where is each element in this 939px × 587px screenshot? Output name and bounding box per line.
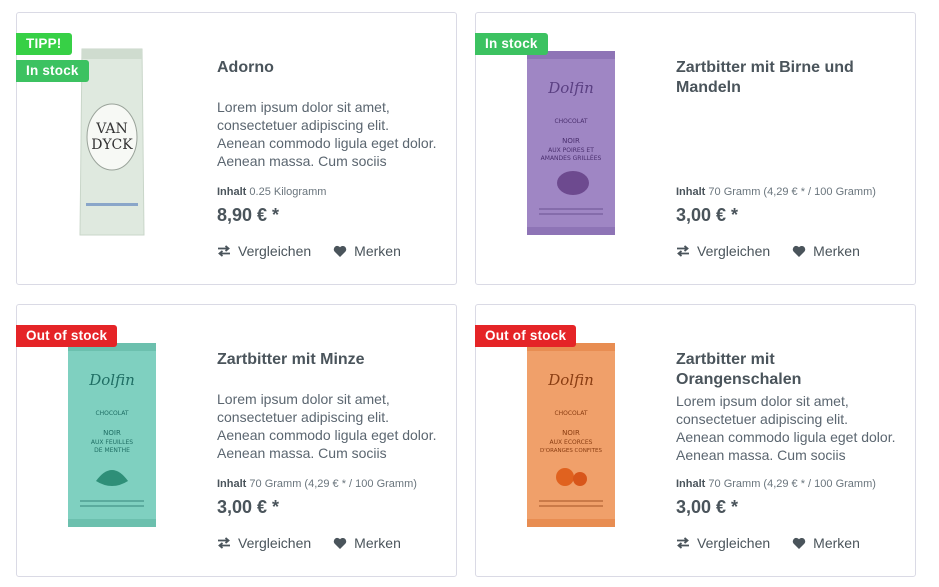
badge-group: Out of stock [475, 325, 577, 347]
content-value: 0.25 Kilogramm [249, 186, 327, 198]
product-content: Inhalt 70 Gramm (4,29 € * / 100 Gramm) [217, 478, 417, 490]
product-image[interactable]: Dolfin CHOCOLAT NOIR AUX FEUILLES DE MEN… [47, 327, 177, 543]
product-content: Inhalt 0.25 Kilogramm [217, 186, 326, 198]
svg-text:CHOCOLAT: CHOCOLAT [95, 410, 128, 417]
product-card[interactable]: TIPP! In stock VAN DYCK Adorno Lorem ips… [16, 12, 457, 285]
product-price: 3,00 € * [217, 497, 280, 517]
in-stock-badge: In stock [475, 33, 548, 55]
compare-button[interactable]: Vergleichen [217, 243, 311, 259]
product-actions: Vergleichen Merken [676, 243, 860, 259]
compare-arrows-icon [677, 537, 689, 549]
compare-label: Vergleichen [238, 243, 312, 259]
badge-group: In stock [475, 33, 548, 55]
svg-text:D'ORANGES CONFITES: D'ORANGES CONFITES [540, 448, 602, 454]
svg-text:NOIR: NOIR [562, 137, 580, 145]
svg-text:VAN: VAN [95, 121, 128, 137]
wishlist-label: Merken [813, 535, 860, 551]
compare-button[interactable]: Vergleichen [676, 243, 770, 259]
out-of-stock-badge: Out of stock [475, 325, 577, 347]
product-description: Lorem ipsum dolor sit amet, consectetuer… [217, 391, 437, 461]
out-of-stock-badge: Out of stock [16, 325, 118, 347]
product-content: Inhalt 70 Gramm (4,29 € * / 100 Gramm) [676, 186, 876, 198]
product-info: Zartbitter mit Minze Lorem ipsum dolor s… [217, 350, 439, 462]
svg-text:AMANDES GRILLÉES: AMANDES GRILLÉES [541, 154, 602, 162]
product-description: Lorem ipsum dolor sit amet, consectetuer… [217, 99, 437, 169]
content-value: 70 Gramm (4,29 € * / 100 Gramm) [249, 478, 417, 490]
product-price: 3,00 € * [676, 497, 739, 517]
svg-text:AUX ECORCES: AUX ECORCES [550, 439, 593, 446]
product-price: 3,00 € * [676, 205, 739, 225]
content-value: 70 Gramm (4,29 € * / 100 Gramm) [708, 478, 876, 490]
content-label: Inhalt [676, 478, 706, 490]
svg-text:Dolfin: Dolfin [547, 371, 594, 389]
compare-label: Vergleichen [697, 535, 771, 551]
product-title[interactable]: Adorno [217, 58, 439, 100]
product-image[interactable]: Dolfin CHOCOLAT NOIR AUX POIRES ET AMAND… [506, 35, 636, 251]
chocolate-bar-image: Dolfin CHOCOLAT NOIR AUX FEUILLES DE MEN… [68, 343, 156, 527]
chocolate-bar-image: Dolfin CHOCOLAT NOIR AUX POIRES ET AMAND… [527, 51, 615, 235]
product-description: Lorem ipsum dolor sit amet, consectetuer… [676, 393, 896, 463]
wishlist-button[interactable]: Merken [792, 535, 860, 551]
badge-group: TIPP! In stock [16, 33, 89, 82]
svg-text:NOIR: NOIR [562, 429, 580, 437]
product-actions: Vergleichen Merken [676, 535, 860, 551]
content-label: Inhalt [676, 186, 706, 198]
heart-icon [792, 537, 806, 549]
wishlist-button[interactable]: Merken [333, 535, 401, 551]
svg-text:AUX POIRES ET: AUX POIRES ET [548, 147, 594, 154]
svg-text:AUX FEUILLES: AUX FEUILLES [91, 439, 133, 446]
heart-icon [333, 245, 347, 257]
product-info: Adorno Lorem ipsum dolor sit amet, conse… [217, 58, 439, 170]
product-content: Inhalt 70 Gramm (4,29 € * / 100 Gramm) [676, 478, 876, 490]
compare-arrows-icon [677, 245, 689, 257]
wishlist-label: Merken [354, 535, 401, 551]
product-actions: Vergleichen Merken [217, 535, 401, 551]
product-price: 8,90 € * [217, 205, 280, 225]
content-label: Inhalt [217, 186, 247, 198]
svg-text:Dolfin: Dolfin [547, 79, 594, 97]
wishlist-label: Merken [354, 243, 401, 259]
content-label: Inhalt [217, 478, 247, 490]
tipp-badge: TIPP! [16, 33, 72, 55]
wishlist-button[interactable]: Merken [333, 243, 401, 259]
product-title[interactable]: Zartbitter mit Birne und Mandeln [676, 58, 898, 100]
product-info: Zartbitter mit Birne und Mandeln [676, 58, 898, 100]
svg-text:CHOCOLAT: CHOCOLAT [554, 118, 587, 125]
compare-label: Vergleichen [697, 243, 771, 259]
content-value: 70 Gramm (4,29 € * / 100 Gramm) [708, 186, 876, 198]
product-card[interactable]: Out of stock Dolfin CHOCOLAT NOIR AUX FE… [16, 304, 457, 577]
compare-button[interactable]: Vergleichen [217, 535, 311, 551]
product-image[interactable]: Dolfin CHOCOLAT NOIR AUX ECORCES D'ORANG… [506, 327, 636, 543]
compare-button[interactable]: Vergleichen [676, 535, 770, 551]
svg-text:NOIR: NOIR [103, 429, 121, 437]
product-info: Zartbitter mit Orangenschalen Lorem ipsu… [676, 350, 898, 464]
product-card[interactable]: Out of stock Dolfin CHOCOLAT NOIR AUX EC… [475, 304, 916, 577]
svg-text:CHOCOLAT: CHOCOLAT [554, 410, 587, 417]
product-title[interactable]: Zartbitter mit Orangenschalen [676, 350, 898, 392]
compare-arrows-icon [218, 245, 230, 257]
svg-text:DE MENTHE: DE MENTHE [94, 447, 130, 454]
wishlist-label: Merken [813, 243, 860, 259]
product-actions: Vergleichen Merken [217, 243, 401, 259]
product-card[interactable]: In stock Dolfin CHOCOLAT NOIR AUX POIRES… [475, 12, 916, 285]
chocolate-bar-image: Dolfin CHOCOLAT NOIR AUX ECORCES D'ORANG… [527, 343, 615, 527]
in-stock-badge: In stock [16, 60, 89, 82]
compare-label: Vergleichen [238, 535, 312, 551]
wishlist-button[interactable]: Merken [792, 243, 860, 259]
heart-icon [333, 537, 347, 549]
svg-text:Dolfin: Dolfin [88, 371, 135, 389]
svg-text:DYCK: DYCK [91, 137, 133, 153]
compare-arrows-icon [218, 537, 230, 549]
badge-group: Out of stock [16, 325, 118, 347]
heart-icon [792, 245, 806, 257]
product-title[interactable]: Zartbitter mit Minze [217, 350, 439, 392]
